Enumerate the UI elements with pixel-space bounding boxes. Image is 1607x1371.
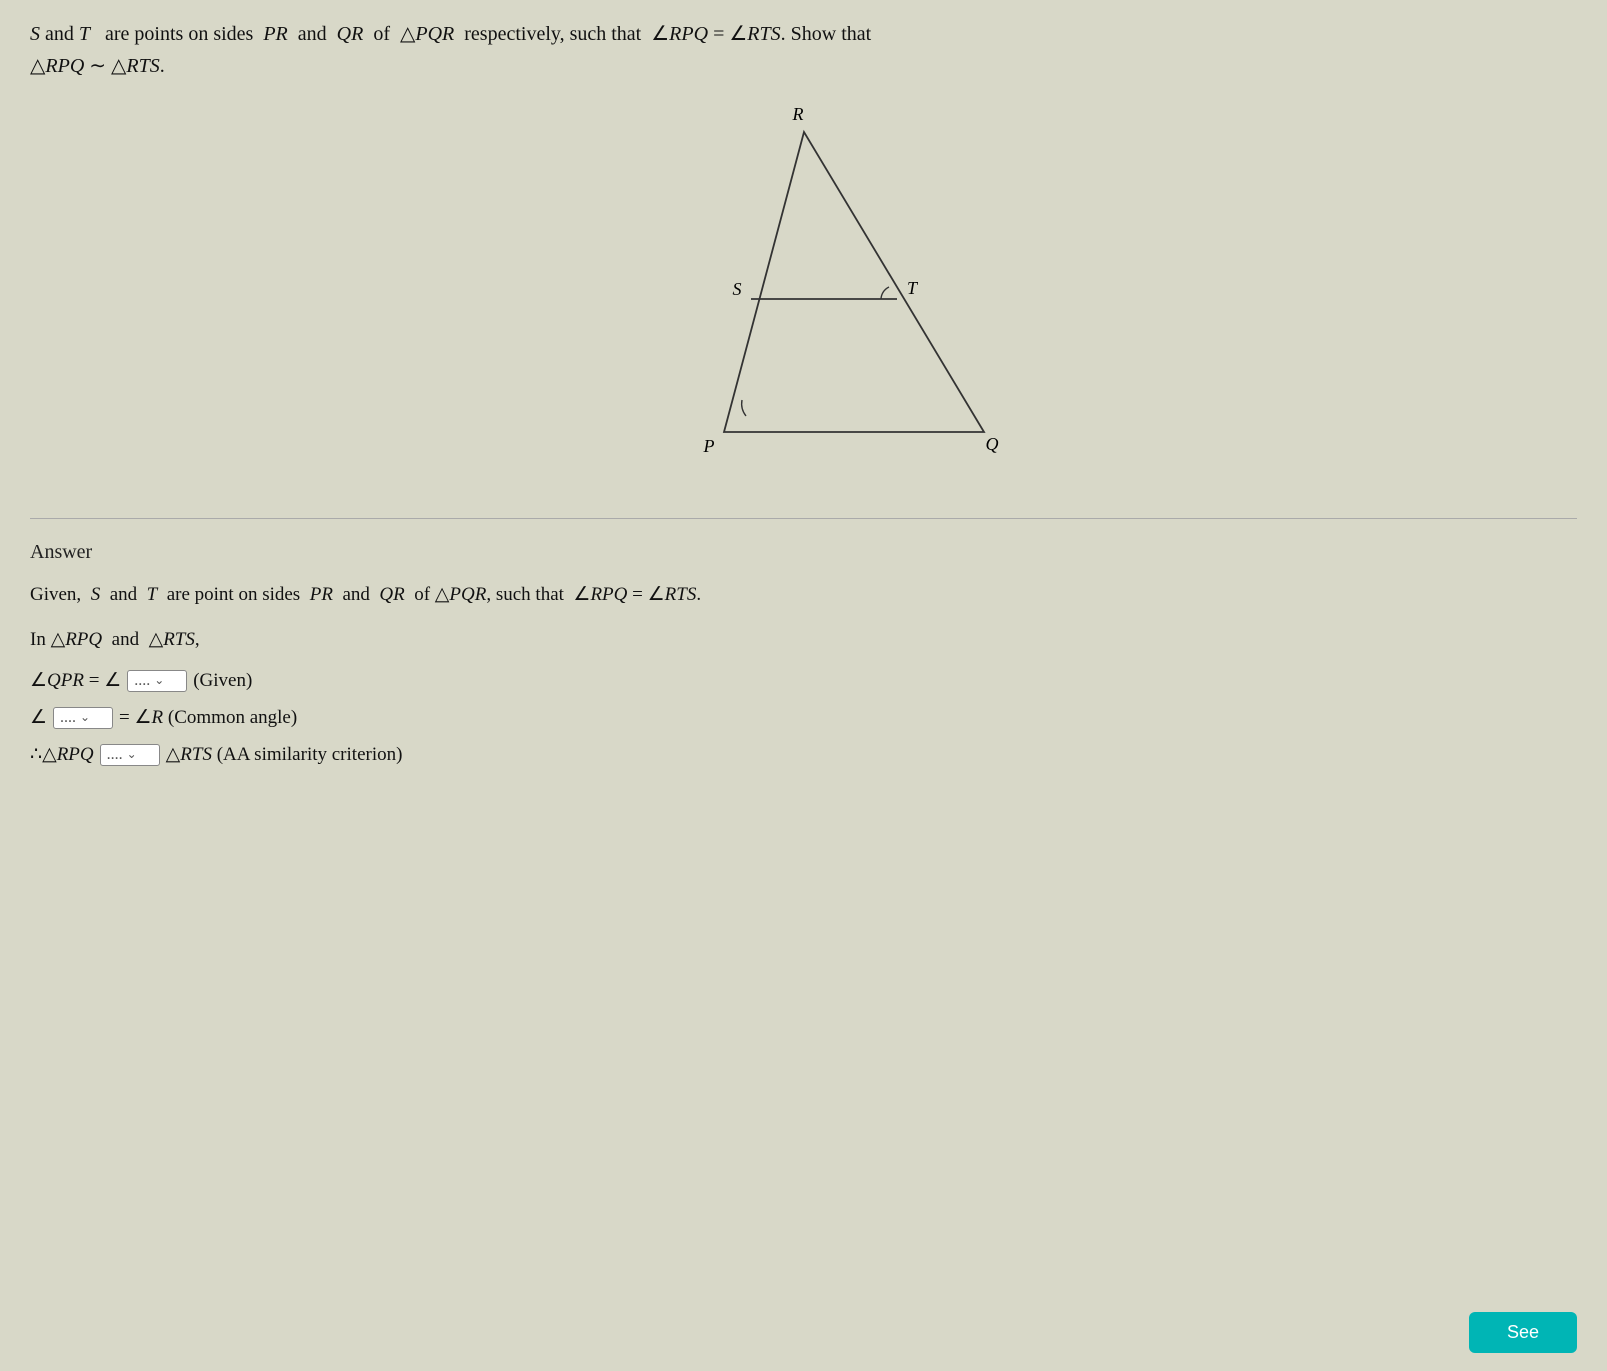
- vertex-T-label: T: [906, 278, 918, 298]
- question-section: S and T are points on sides PR and QR of…: [30, 18, 1577, 519]
- row1-dropdown-arrow: ⌄: [154, 673, 164, 688]
- see-button-label: See: [1507, 1322, 1539, 1342]
- vertex-Q-label: Q: [985, 434, 998, 454]
- see-button[interactable]: See: [1469, 1312, 1577, 1353]
- row2-dropdown-value: ....: [60, 709, 76, 727]
- row2-dropdown-arrow: ⌄: [80, 710, 90, 725]
- question-conclusion: △RPQ ∼ △RTS.: [30, 55, 165, 77]
- row1-suffix: (Given): [193, 670, 252, 692]
- vertex-R-label: R: [791, 104, 803, 124]
- row2-dropdown[interactable]: .... ⌄: [53, 707, 113, 729]
- answer-given: Given, S and T are point on sides PR and…: [30, 580, 1577, 610]
- question-intro: S and T are points on sides PR and QR of…: [30, 23, 871, 45]
- row2-suffix: = ∠R (Common angle): [119, 706, 297, 729]
- row1-dropdown-value: ....: [134, 672, 150, 690]
- row3-dropdown-arrow: ⌄: [127, 747, 137, 762]
- triangle-diagram: R P Q S T: [544, 92, 1064, 482]
- vertex-S-label: S: [732, 279, 741, 299]
- answer-row-1: ∠QPR = ∠ .... ⌄ (Given): [30, 669, 1577, 692]
- answer-row-3: ∴△RPQ .... ⌄ △RTS (AA similarity criteri…: [30, 743, 1577, 766]
- question-text: S and T are points on sides PR and QR of…: [30, 18, 1577, 82]
- page: S and T are points on sides PR and QR of…: [0, 0, 1607, 1371]
- row3-dropdown-value: ....: [107, 746, 123, 764]
- answer-in-triangles: In △RPQ and △RTS,: [30, 628, 1577, 651]
- row3-suffix: △RTS (AA similarity criterion): [166, 743, 403, 766]
- row3-prefix: ∴△RPQ: [30, 743, 94, 766]
- row1-dropdown[interactable]: .... ⌄: [127, 670, 187, 692]
- diagram-area: R P Q S T: [30, 92, 1577, 482]
- vertex-P-label: P: [702, 436, 714, 456]
- answer-label: Answer: [30, 541, 1577, 564]
- answer-section: Answer Given, S and T are point on sides…: [30, 519, 1577, 766]
- row1-prefix: ∠QPR = ∠: [30, 669, 121, 692]
- answer-row-2: ∠ .... ⌄ = ∠R (Common angle): [30, 706, 1577, 729]
- row3-dropdown[interactable]: .... ⌄: [100, 744, 160, 766]
- row2-angle-symbol: ∠: [30, 706, 47, 729]
